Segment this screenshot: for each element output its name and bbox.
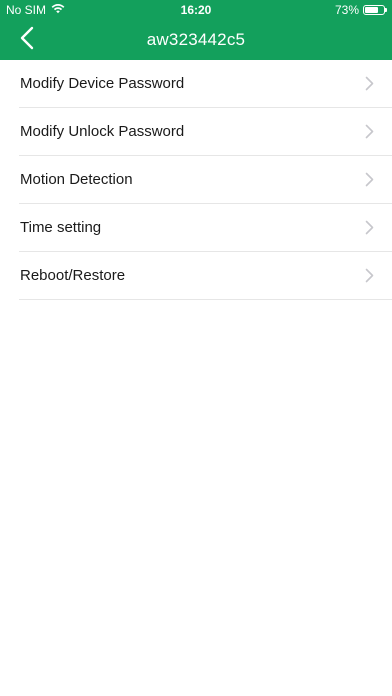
- battery-fill: [365, 7, 379, 13]
- status-bar: No SIM 16:20 73%: [0, 0, 392, 20]
- battery-icon: [363, 5, 387, 15]
- menu-item-label: Time setting: [20, 219, 102, 236]
- header: No SIM 16:20 73% aw323442c5: [0, 0, 392, 60]
- nav-bar: aw323442c5: [0, 20, 392, 60]
- device-settings-screen: No SIM 16:20 73% aw323442c5 Modify Devic…: [0, 0, 392, 696]
- menu-item-label: Modify Device Password: [20, 75, 185, 92]
- status-right: 73%: [334, 3, 387, 17]
- menu-item-time-setting[interactable]: Time setting: [19, 204, 392, 252]
- menu-item-motion-detection[interactable]: Motion Detection: [19, 156, 392, 204]
- chevron-right-icon: [365, 76, 374, 91]
- battery-percent: 73%: [334, 3, 359, 17]
- menu-item-label: Modify Unlock Password: [20, 123, 185, 140]
- chevron-right-icon: [365, 172, 374, 187]
- page-title: aw323442c5: [146, 30, 246, 49]
- back-button[interactable]: [12, 24, 42, 56]
- menu-item-reboot-restore[interactable]: Reboot/Restore: [19, 252, 392, 300]
- chevron-right-icon: [365, 268, 374, 283]
- status-time: 16:20: [180, 3, 212, 17]
- chevron-left-icon: [20, 26, 34, 55]
- menu-item-modify-unlock-password[interactable]: Modify Unlock Password: [19, 108, 392, 156]
- settings-menu-list: Modify Device Password Modify Unlock Pas…: [0, 60, 392, 300]
- menu-item-label: Reboot/Restore: [20, 267, 126, 284]
- menu-item-label: Motion Detection: [20, 171, 133, 188]
- chevron-right-icon: [365, 124, 374, 139]
- chevron-right-icon: [365, 220, 374, 235]
- menu-item-modify-device-password[interactable]: Modify Device Password: [19, 60, 392, 108]
